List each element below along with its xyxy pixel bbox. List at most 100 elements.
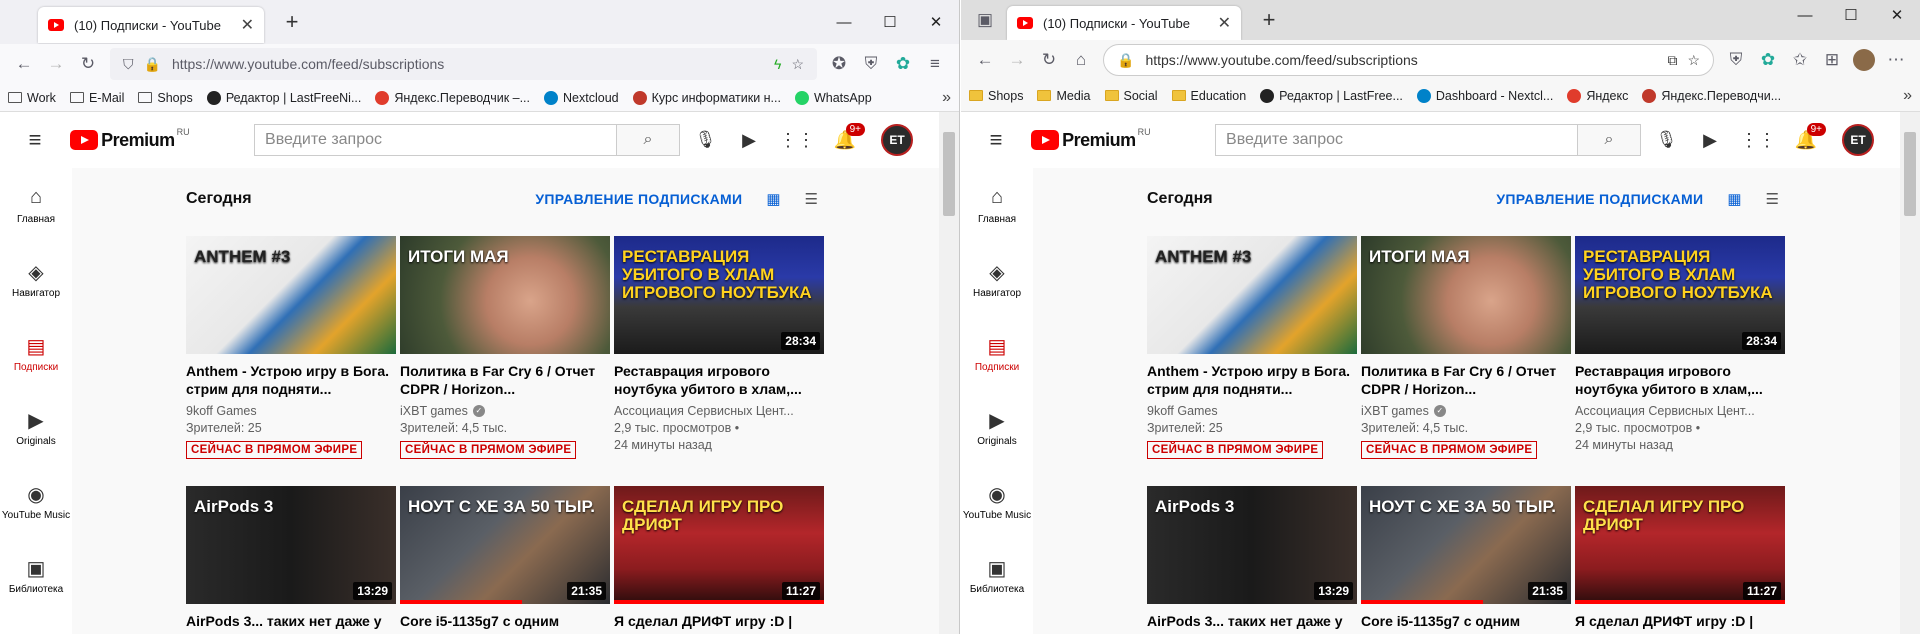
color-extension-icon[interactable]: ✿ [1752, 44, 1784, 76]
sidebar-item[interactable]: ▤ Подписки [961, 316, 1033, 390]
scrollbar[interactable] [939, 112, 959, 634]
sidebar-item[interactable]: ▶ Originals [0, 390, 72, 464]
sidebar-item[interactable]: ◈ Навигатор [0, 242, 72, 316]
video-card[interactable]: AirPods 3 13:29 AirPods 3... таких нет даж… [1147, 486, 1357, 634]
reload-icon[interactable]: ↻ [72, 48, 104, 80]
video-thumbnail[interactable]: ANTHEM #3 [186, 236, 396, 354]
bookmark-item[interactable]: Яндекс.Переводчи... [1642, 88, 1781, 103]
video-title[interactable]: Реставрация игрового ноутбука убитого в … [1575, 362, 1785, 398]
close-tab-icon[interactable]: ✕ [1218, 13, 1231, 33]
bookmark-item[interactable]: E-Mail [69, 91, 124, 105]
notifications-icon[interactable]: 🔔 9+ [1782, 122, 1830, 151]
sidebar-item[interactable]: ▣ Библиотека [0, 538, 72, 612]
list-view-icon[interactable]: ☰ [805, 190, 818, 208]
grid-view-icon[interactable]: ▦ [1727, 190, 1741, 208]
sidebar-item[interactable]: ▶ Originals [961, 390, 1033, 464]
video-title[interactable]: Core i5-1135g7 с одним каналом памяти ил… [400, 612, 610, 634]
reload-icon[interactable]: ↻ [1033, 44, 1065, 76]
channel-name[interactable]: 9koff Games [1147, 404, 1357, 418]
video-title[interactable]: Я сделал ДРИФТ игру :D | Часть 4 [1575, 612, 1785, 634]
sidebar-item[interactable]: ◈ Навигатор [961, 242, 1033, 316]
video-title[interactable]: Политика в Far Cry 6 / Отчет CDPR / Hori… [1361, 362, 1571, 398]
sidebar-item[interactable]: ⌂ Главная [961, 168, 1033, 242]
lightning-icon[interactable]: ϟ [774, 56, 781, 72]
bookmark-item[interactable]: Shops [138, 91, 193, 105]
video-card[interactable]: AirPods 3 13:29 AirPods 3... таких нет даж… [186, 486, 396, 634]
video-title[interactable]: AirPods 3... таких нет даже у Apple [186, 612, 396, 634]
close-window-icon[interactable]: ✕ [913, 0, 959, 44]
channel-name[interactable]: 9koff Games [186, 404, 396, 418]
close-tab-icon[interactable]: ✕ [241, 15, 254, 35]
video-thumbnail[interactable]: ANTHEM #3 [1147, 236, 1357, 354]
video-card[interactable]: ИТОГИ МАЯ Политика в Far Cry 6 / Отчет CD… [1361, 236, 1571, 459]
minimize-icon[interactable]: — [821, 0, 867, 44]
channel-name[interactable]: iXBT games ✓ [400, 404, 610, 418]
bookmark-item[interactable]: Social [1104, 89, 1158, 103]
menu-icon[interactable]: ≡ [919, 48, 951, 80]
video-thumbnail[interactable]: ИТОГИ МАЯ [400, 236, 610, 354]
video-thumbnail[interactable]: НОУТ С XE ЗА 50 ТЫР. 21:35 [400, 486, 610, 604]
channel-name[interactable]: iXBT games ✓ [1361, 404, 1571, 418]
sidebar-item[interactable]: ◉ YouTube Music [961, 464, 1033, 538]
search-button[interactable]: ⌕ [1577, 124, 1642, 156]
hamburger-menu-icon[interactable]: ≡ [961, 127, 1031, 153]
video-card[interactable]: СДЕЛАЛ ИГРУ ПРО ДРИФТ 11:27 Я сделал ДРИФТ… [1575, 486, 1785, 634]
search-button[interactable]: ⌕ [616, 124, 681, 156]
video-card[interactable]: ANTHEM #3 Anthem - Устрою игру в Бога. ст… [1147, 236, 1357, 459]
home-button-icon[interactable]: ⌂ [1065, 44, 1097, 76]
video-title[interactable]: Я сделал ДРИФТ игру :D | Часть 4 [614, 612, 824, 634]
youtube-logo[interactable]: Premium RU [70, 127, 226, 151]
forward-icon[interactable]: → [40, 48, 72, 80]
manage-subscriptions-link[interactable]: УПРАВЛЕНИЕ ПОДПИСКАМИ [1496, 191, 1703, 207]
video-title[interactable]: AirPods 3... таких нет даже у Apple [1147, 612, 1357, 634]
list-view-icon[interactable]: ☰ [1766, 190, 1779, 208]
address-bar[interactable]: 🔒 https://www.youtube.com/feed/subscripti… [1103, 44, 1714, 76]
extension-icon[interactable]: ✪ [823, 48, 855, 80]
bookmark-item[interactable]: Education [1171, 89, 1246, 103]
scrollbar-thumb[interactable] [943, 132, 955, 216]
bookmark-item[interactable]: Редактор | LastFreeNi... [206, 90, 361, 105]
video-title[interactable]: Anthem - Устрою игру в Бога. стрим для п… [186, 362, 396, 398]
bookmark-item[interactable]: Яндекс.Переводчик –... [375, 90, 530, 105]
favorites-icon[interactable]: ✩ [1784, 44, 1816, 76]
bookmark-star-icon[interactable]: ☆ [791, 56, 804, 73]
tab-actions-icon[interactable]: ▣ [969, 4, 1001, 36]
video-thumbnail[interactable]: НОУТ С XE ЗА 50 ТЫР. 21:35 [1361, 486, 1571, 604]
ublock-icon[interactable]: ⛨ [1720, 44, 1752, 76]
bookmark-item[interactable]: Курс информатики н... [632, 90, 781, 105]
avatar[interactable]: ET [1842, 124, 1874, 156]
channel-name[interactable]: Ассоциация Сервисных Цент... [614, 404, 824, 418]
video-card[interactable]: НОУТ С XE ЗА 50 ТЫР. 21:35 Core i5-1135g7 … [400, 486, 610, 634]
sidebar-item[interactable]: ▣ Библиотека [961, 538, 1033, 612]
profile-icon[interactable] [1848, 44, 1880, 76]
search-input[interactable]: Введите запрос [254, 124, 617, 156]
bookmarks-overflow-icon[interactable]: » [942, 89, 951, 107]
bookmarks-overflow-icon[interactable]: » [1903, 87, 1912, 105]
close-window-icon[interactable]: ✕ [1874, 0, 1920, 30]
hamburger-menu-icon[interactable]: ≡ [0, 127, 70, 153]
notifications-icon[interactable]: 🔔 9+ [821, 122, 869, 151]
video-title[interactable]: Реставрация игрового ноутбука убитого в … [614, 362, 824, 398]
video-card[interactable]: ANTHEM #3 Anthem - Устрою игру в Бога. ст… [186, 236, 396, 459]
more-icon[interactable]: ⋯ [1880, 44, 1912, 76]
maximize-icon[interactable]: ☐ [1828, 0, 1874, 30]
grid-view-icon[interactable]: ▦ [766, 190, 780, 208]
create-video-icon[interactable]: ▶ [1686, 130, 1734, 151]
youtube-logo[interactable]: Premium RU [1031, 127, 1187, 151]
bookmark-item[interactable]: Nextcloud [544, 90, 619, 105]
video-title[interactable]: Anthem - Устрою игру в Бога. стрим для п… [1147, 362, 1357, 398]
video-thumbnail[interactable]: AirPods 3 13:29 [1147, 486, 1357, 604]
video-card[interactable]: СДЕЛАЛ ИГРУ ПРО ДРИФТ 11:27 Я сделал ДРИФТ… [614, 486, 824, 634]
avatar[interactable]: ET [881, 124, 913, 156]
open-app-icon[interactable]: ⧉ [1667, 52, 1677, 69]
manage-subscriptions-link[interactable]: УПРАВЛЕНИЕ ПОДПИСКАМИ [535, 191, 742, 207]
maximize-icon[interactable]: ☐ [867, 0, 913, 44]
video-thumbnail[interactable]: ИТОГИ МАЯ [1361, 236, 1571, 354]
browser-tab[interactable]: (10) Подписки - YouTube ✕ [1007, 6, 1241, 40]
browser-tab[interactable]: (10) Подписки - YouTube ✕ [38, 7, 264, 43]
bookmark-item[interactable]: Редактор | LastFree... [1260, 88, 1403, 103]
video-card[interactable]: РЕСТАВРАЦИЯ УБИТОГО В ХЛАМ ИГРОВОГО НОУТ… [1575, 236, 1785, 452]
address-bar[interactable]: ⛉ 🔒 https://www.youtube.com/feed/subscript… [110, 48, 817, 80]
sidebar-item[interactable]: ◉ YouTube Music [0, 464, 72, 538]
back-icon[interactable]: ← [8, 48, 40, 80]
